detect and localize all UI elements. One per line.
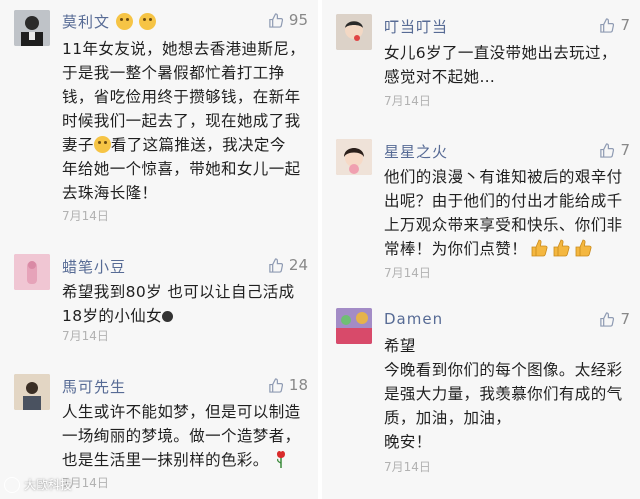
thumbs-up-outline-icon	[600, 17, 615, 33]
comment-author[interactable]: 蜡笔小豆	[62, 256, 126, 277]
like-button[interactable]: 7	[599, 16, 630, 34]
comment-column-right: 叮当叮当 7 女儿6岁了一直没带她出去玩过， 感觉对不起她… 7月14日 星星之…	[322, 0, 640, 499]
comment-text: 11年女友说，她想去香港迪斯尼， 于是我一整个暑假都忙着打工挣 钱，省吃俭用终于…	[62, 40, 306, 202]
like-button[interactable]: 18	[268, 376, 308, 394]
thumbs-up-outline-icon	[269, 257, 283, 273]
comment-author[interactable]: 星星之火	[384, 141, 448, 162]
like-count: 7	[620, 16, 630, 34]
thumbs-up-emoji-icon	[531, 239, 548, 257]
comment-date: 7月14日	[384, 460, 431, 474]
like-count: 7	[620, 310, 630, 328]
comment-column-left: 莫利文 95 11年女友说，她想去香港迪斯尼， 于是我一整个暑假都忙着打工挣 钱…	[0, 0, 318, 499]
like-count: 24	[288, 256, 308, 274]
comment-date: 7月14日	[384, 94, 431, 108]
like-count: 95	[288, 11, 308, 29]
smiley-emoji-icon	[93, 136, 111, 153]
like-button[interactable]: 7	[599, 141, 630, 159]
avatar[interactable]	[336, 308, 372, 344]
comment-text: 希望 今晚看到你们的每个图像。太经彩 是强大力量，我羡慕你们有成的气 质，加油，…	[384, 337, 623, 451]
like-button[interactable]: 24	[268, 256, 308, 274]
thumbs-up-outline-icon	[600, 142, 615, 158]
comment-author[interactable]: 叮当叮当	[384, 16, 448, 37]
comment-text: 女儿6岁了一直没带她出去玩过， 感觉对不起她…	[384, 44, 617, 86]
comment-date: 7月14日	[62, 209, 109, 223]
avatar[interactable]	[14, 10, 50, 46]
comment-date: 7月14日	[62, 329, 109, 343]
like-count: 18	[288, 376, 308, 394]
rose-emoji-icon	[276, 450, 285, 468]
like-button[interactable]: 95	[268, 11, 308, 29]
comment-author[interactable]: 馬可先生	[62, 376, 126, 397]
avatar[interactable]	[336, 14, 372, 50]
comment-author[interactable]: Damen	[384, 310, 443, 328]
like-count: 7	[620, 141, 630, 159]
comment-text: 希望我到80岁 也可以让自己活成 18岁的小仙女	[62, 283, 295, 325]
watermark-logo-icon	[4, 476, 20, 493]
avatar[interactable]	[14, 374, 50, 410]
smiley-emoji-icon	[162, 311, 174, 322]
glasses-emoji-icon	[138, 13, 156, 30]
comment-date: 7月14日	[384, 266, 431, 280]
comment-author[interactable]: 莫利文	[62, 11, 156, 32]
comment-text: 他们的浪漫丶有谁知被后的艰辛付 出呢？由于他们的付出才能给成千 上万观众带来享受…	[384, 168, 623, 258]
avatar[interactable]	[14, 254, 50, 290]
thumbs-up-outline-icon	[600, 311, 615, 327]
watermark: 大歐科技	[4, 476, 72, 493]
like-button[interactable]: 7	[599, 310, 630, 328]
comment-text: 人生或许不能如梦，但是可以制造 一场绚丽的梦境。做一个造梦者， 也是生活里一抹别…	[62, 403, 301, 469]
thumbs-up-emoji-icon	[575, 239, 592, 257]
thumbs-up-outline-icon	[269, 12, 283, 28]
thumbs-up-outline-icon	[269, 377, 283, 393]
avatar[interactable]	[336, 139, 372, 175]
grin-emoji-icon	[115, 13, 133, 30]
thumbs-up-emoji-icon	[553, 239, 570, 257]
